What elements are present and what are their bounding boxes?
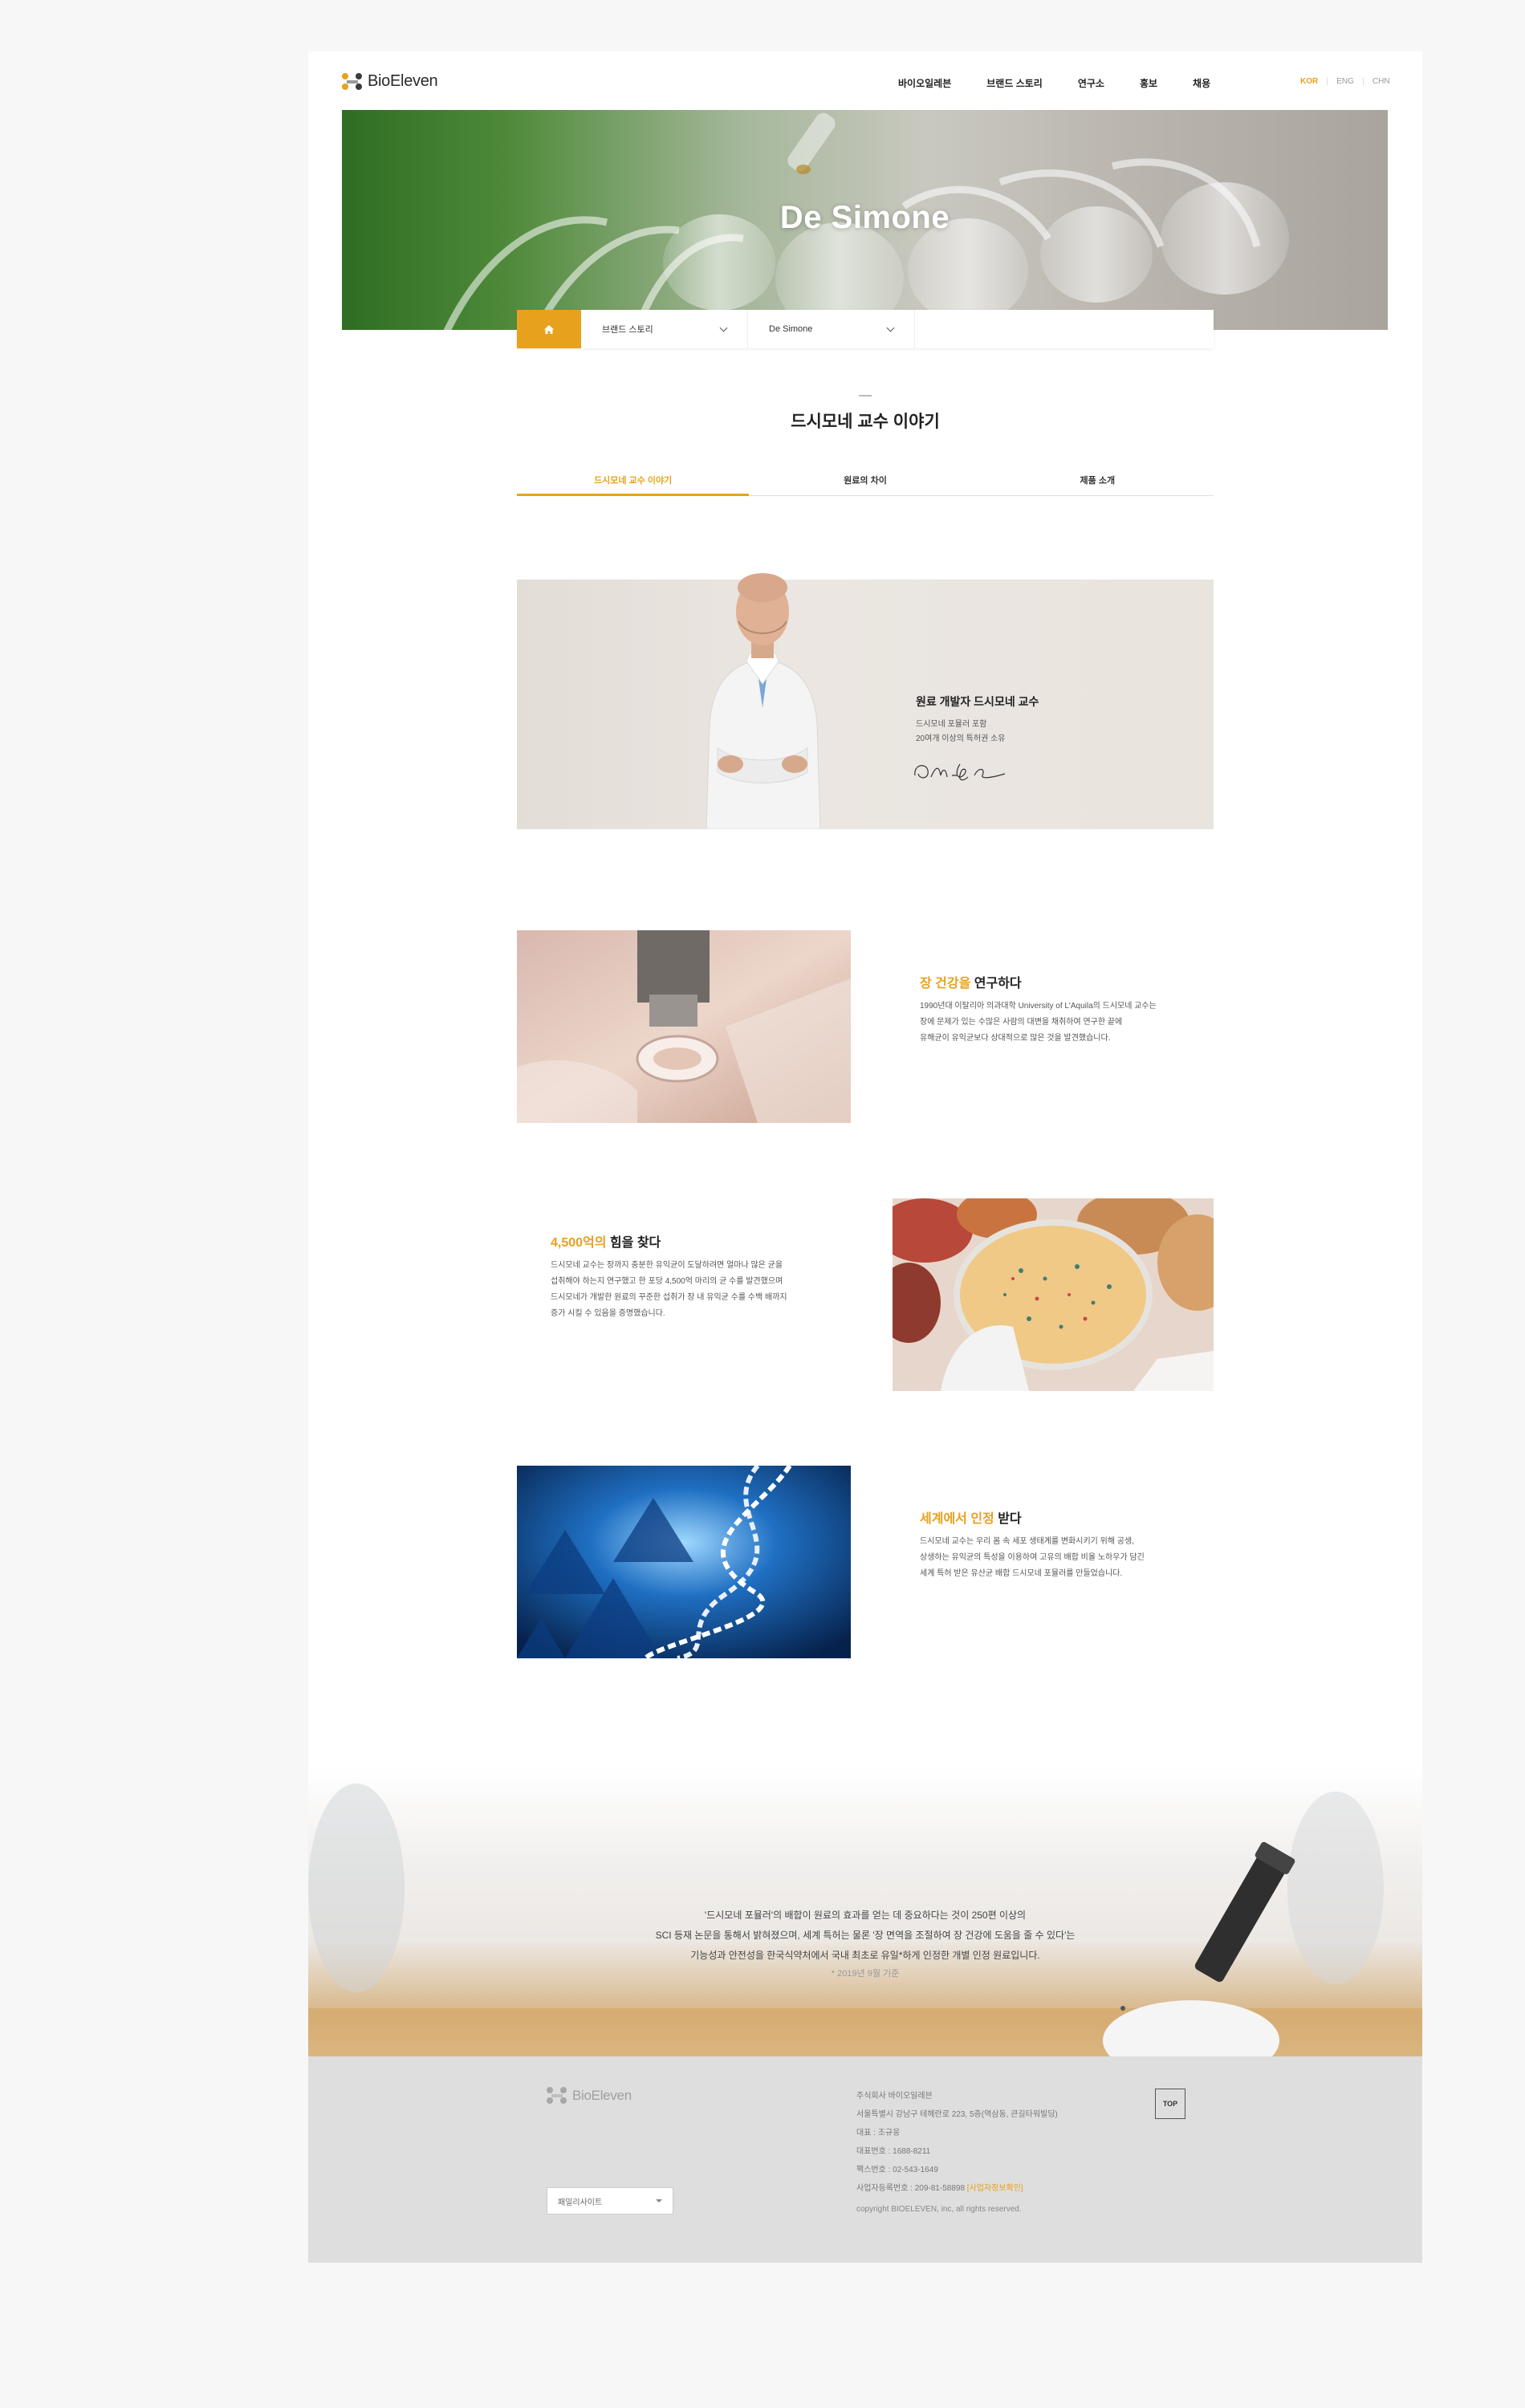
location-menu-2-label: De Simone — [769, 324, 813, 334]
hero-title: De Simone — [779, 200, 950, 235]
copyright: copyright BIOELEVEN, inc, all rights res… — [856, 2205, 1022, 2214]
section-2-text: 드시모네 교수는 장까지 충분한 유익균이 도달하려면 얼마나 많은 균을 섭취… — [551, 1261, 787, 1318]
title-divider — [859, 395, 872, 397]
top-button[interactable]: TOP — [1155, 2089, 1185, 2119]
nav-item-lab[interactable]: 연구소 — [1078, 76, 1104, 90]
family-site-select[interactable]: 패밀리사이트 — [547, 2187, 673, 2215]
nav-item-pr[interactable]: 홍보 — [1140, 76, 1157, 90]
petri-dish-photo — [893, 1198, 1214, 1391]
band-text: '드시모네 포뮬러'의 배합이 원료의 효과를 얻는 데 중요하다는 것이 25… — [655, 1910, 1076, 1961]
professor-photo — [706, 573, 821, 829]
section-1-text: 1990년대 이탈리아 의과대학 University of L'Aquila의… — [920, 1002, 1157, 1043]
footer: BioEleven 주식회사 바이오일레븐 서울특별시 강남구 테헤란로 223… — [308, 2056, 1422, 2263]
page-title: 드시모네 교수 이야기 — [791, 413, 940, 431]
professor-name: 원료 개발자 드시모네 교수 — [916, 695, 1039, 708]
chevron-down-icon — [656, 2199, 662, 2203]
company-info: 주식회사 바이오일레븐 서울특별시 강남구 테헤란로 223, 5층(역삼동, … — [856, 2092, 1058, 2193]
professor-desc-1: 드시모네 포뮬러 포함 — [916, 720, 987, 729]
logo-icon — [547, 2087, 567, 2105]
microscope-photo — [517, 930, 851, 1123]
dna-photo — [517, 1466, 851, 1658]
location-bar: 브랜드 스토리 De Simone — [517, 310, 1214, 348]
chevron-down-icon — [886, 323, 895, 332]
lang-eng[interactable]: ENG — [1336, 77, 1354, 86]
content-tabs: 드시모네 교수 이야기 원료의 차이 제품 소개 — [517, 468, 1214, 496]
main-nav: 바이오일레븐 브랜드 스토리 연구소 홍보 채용 — [898, 76, 1246, 90]
nav-item-recruit[interactable]: 채용 — [1193, 76, 1210, 90]
professor-desc-2: 20여개 이상의 특허권 소유 — [916, 734, 1006, 743]
band-note: * 2019년 9월 기준 — [831, 1969, 900, 1979]
page-container: BioEleven 바이오일레븐 브랜드 스토리 연구소 홍보 채용 KOR E… — [308, 51, 1422, 2263]
nav-item-company[interactable]: 바이오일레븐 — [898, 76, 951, 90]
professor-banner: 원료 개발자 드시모네 교수 드시모네 포뮬러 포함 20여개 이상의 특허권 … — [517, 573, 1214, 829]
location-menu-1-label: 브랜드 스토리 — [602, 325, 653, 335]
location-menu-2[interactable]: De Simone — [748, 310, 915, 348]
section-3-text: 드시모네 교수는 우리 몸 속 세포 생태계를 변화시키기 위해 공생, 상생하… — [920, 1537, 1145, 1578]
section-1-heading: 장 건강을 연구하다 — [920, 977, 1022, 990]
nav-item-brand-story[interactable]: 브랜드 스토리 — [986, 76, 1043, 90]
bottom-banner: '드시모네 포뮬러'의 배합이 원료의 효과를 얻는 데 중요하다는 것이 25… — [308, 1767, 1422, 2056]
chevron-down-icon — [719, 323, 728, 332]
tab-product-intro[interactable]: 제품 소개 — [982, 468, 1214, 495]
tab-ingredient-difference[interactable]: 원료의 차이 — [749, 468, 981, 495]
logo-text: BioEleven — [368, 72, 438, 90]
location-menu-1[interactable]: 브랜드 스토리 — [581, 310, 748, 348]
language-selector: KOR ENG CHN — [1300, 77, 1390, 86]
tab-professor-story[interactable]: 드시모네 교수 이야기 — [517, 468, 750, 496]
section-2-heading: 4,500억의 힘을 찾다 — [551, 1236, 661, 1250]
lang-kor[interactable]: KOR — [1300, 77, 1318, 86]
biz-info-link[interactable]: [사업자정보확인] — [967, 2184, 1023, 2193]
lang-chn[interactable]: CHN — [1372, 77, 1390, 86]
section-3-heading: 세계에서 인정 받다 — [920, 1512, 1022, 1526]
logo-icon — [342, 72, 363, 91]
footer-logo: BioEleven — [547, 2087, 632, 2105]
signature-image — [914, 763, 1006, 781]
home-button[interactable] — [517, 310, 581, 348]
hero-banner: De Simone — [342, 110, 1388, 330]
home-icon — [544, 324, 554, 334]
logo[interactable]: BioEleven — [342, 72, 438, 91]
